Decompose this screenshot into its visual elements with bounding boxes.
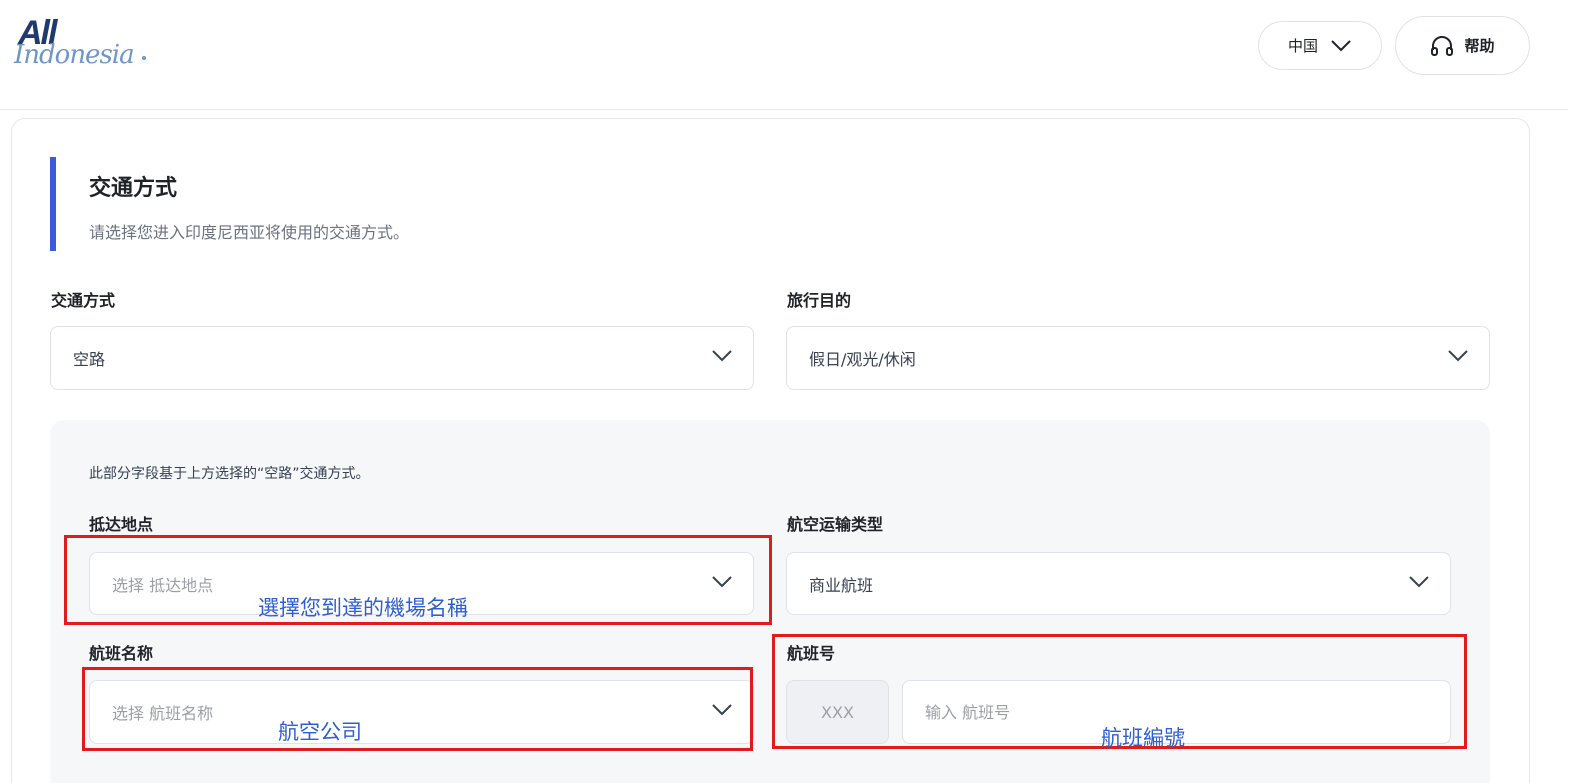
travel-purpose-label: 旅行目的 bbox=[787, 291, 852, 310]
headset-icon bbox=[1431, 35, 1454, 56]
arrival-annotation-text: 選擇您到達的機場名稱 bbox=[258, 596, 468, 620]
language-selector-button[interactable]: 中国 bbox=[1258, 21, 1382, 70]
transport-mode-select[interactable]: 空路 bbox=[50, 326, 754, 390]
chevron-down-icon bbox=[1331, 39, 1351, 51]
air-transport-type-label: 航空运输类型 bbox=[787, 515, 884, 534]
all-indonesia-logo[interactable]: All Indonesia bbox=[14, 14, 149, 76]
airline-annotation-box bbox=[82, 667, 753, 751]
air-transport-type-select[interactable]: 商业航班 bbox=[786, 552, 1451, 615]
flight-number-annotation-text: 航班編號 bbox=[1101, 726, 1185, 750]
airline-annotation-text: 航空公司 bbox=[278, 720, 362, 744]
flight-name-label: 航班名称 bbox=[89, 644, 154, 663]
section-title: 交通方式 bbox=[89, 176, 178, 201]
transport-mode-label: 交通方式 bbox=[51, 291, 116, 310]
top-header: All Indonesia 中国 帮助 bbox=[0, 0, 1568, 110]
logo-dot bbox=[142, 56, 146, 60]
language-label: 中国 bbox=[1287, 37, 1318, 55]
air-details-note: 此部分字段基于上方选择的“空路”交通方式。 bbox=[89, 466, 370, 482]
help-button[interactable]: 帮助 bbox=[1395, 16, 1530, 75]
chevron-down-icon bbox=[712, 350, 732, 362]
section-accent-bar bbox=[50, 157, 56, 251]
air-transport-type-value: 商业航班 bbox=[809, 575, 874, 595]
logo-indonesia-text: Indonesia bbox=[14, 40, 135, 70]
chevron-down-icon bbox=[1409, 576, 1429, 588]
transport-mode-value: 空路 bbox=[73, 350, 106, 369]
travel-purpose-value: 假日/观光/休闲 bbox=[809, 350, 916, 369]
chevron-down-icon bbox=[1448, 350, 1468, 362]
help-label: 帮助 bbox=[1464, 37, 1495, 55]
arrival-location-label: 抵达地点 bbox=[89, 515, 154, 534]
section-subtitle: 请选择您进入印度尼西亚将使用的交通方式。 bbox=[89, 223, 410, 242]
travel-purpose-select[interactable]: 假日/观光/休闲 bbox=[786, 326, 1490, 390]
